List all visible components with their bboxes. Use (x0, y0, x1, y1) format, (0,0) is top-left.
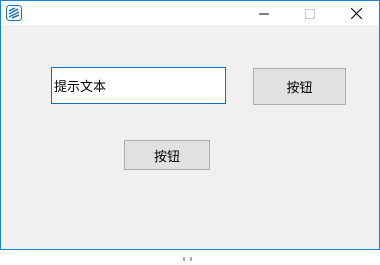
button-bottom[interactable]: 按钮 (124, 140, 210, 170)
maximize-icon (305, 4, 315, 23)
minimize-button[interactable] (241, 1, 287, 25)
text-input-value: 提示文本 (54, 80, 107, 95)
title-bar[interactable] (1, 1, 379, 25)
button-right[interactable]: 按钮 (253, 68, 346, 105)
close-icon (350, 4, 362, 23)
text-input[interactable]: 提示文本 (51, 67, 226, 104)
minimize-icon (259, 4, 269, 23)
button-right-label: 按钮 (286, 81, 313, 96)
app-icon (6, 5, 22, 21)
app-window: 提示文本 按钮 按钮 (0, 0, 380, 250)
maximize-button[interactable] (287, 1, 333, 25)
button-bottom-label: 按钮 (153, 149, 180, 165)
resize-grip-mark (183, 246, 193, 261)
close-button[interactable] (333, 1, 379, 25)
